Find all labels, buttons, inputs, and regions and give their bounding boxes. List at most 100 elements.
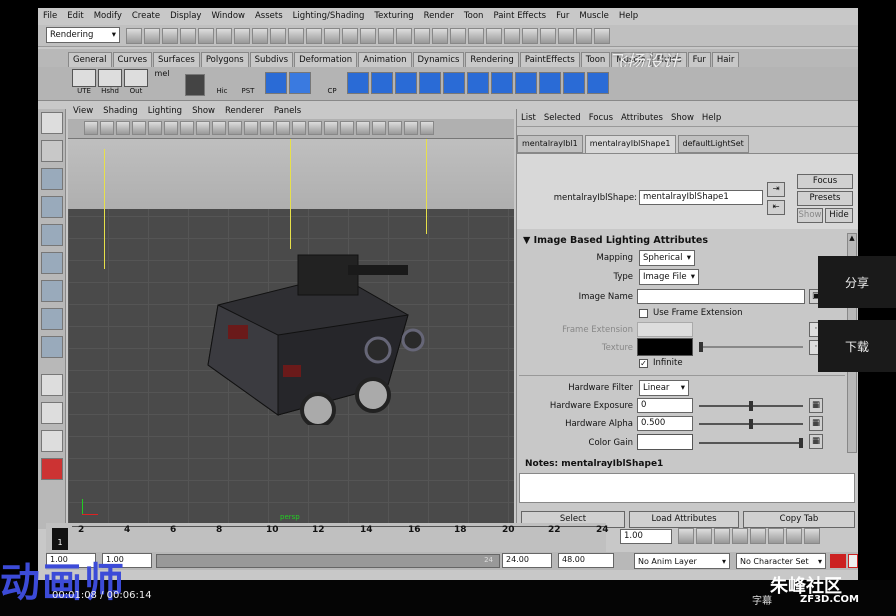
snapshot-icon[interactable] <box>558 28 574 44</box>
shader-icon-1[interactable] <box>347 72 369 94</box>
shelf-tab-animation[interactable]: Animation <box>358 52 412 67</box>
shelf-btn-cp[interactable]: CP <box>320 69 344 95</box>
light-tool-icon[interactable] <box>522 28 538 44</box>
isolate-select-icon[interactable] <box>356 121 370 135</box>
camera-tool-icon[interactable] <box>540 28 556 44</box>
soft-mod-icon[interactable] <box>41 308 63 330</box>
shelf-tab-rendering[interactable]: Rendering <box>465 52 519 67</box>
menu-texturing[interactable]: Texturing <box>369 11 418 21</box>
input-line-icon[interactable] <box>378 28 394 44</box>
menu-render[interactable]: Render <box>419 11 459 21</box>
shelf-tab-general[interactable]: General <box>68 52 112 67</box>
hw-exposure-knob[interactable] <box>749 401 753 411</box>
tab-mentalrayibl1[interactable]: mentalrayIbl1 <box>517 135 583 153</box>
hw-exposure-slider[interactable] <box>699 401 803 411</box>
tab-defaultlightset[interactable]: defaultLightSet <box>677 135 749 153</box>
render-settings-icon[interactable] <box>360 28 376 44</box>
attribute-editor-icon[interactable] <box>432 28 448 44</box>
ae-menu-selected[interactable]: Selected <box>540 113 585 123</box>
render-node-icon[interactable] <box>265 72 287 94</box>
texture-slider[interactable] <box>699 342 803 352</box>
copy-tab-button[interactable]: Copy Tab <box>743 511 855 528</box>
frame-selected-icon[interactable] <box>388 121 402 135</box>
snap-plane-icon[interactable] <box>288 28 304 44</box>
open-scene-icon[interactable] <box>144 28 160 44</box>
color-gain-slider[interactable] <box>699 438 803 448</box>
texture-icon[interactable] <box>308 121 322 135</box>
step-back-frame-icon[interactable] <box>714 528 730 544</box>
tank-model[interactable] <box>188 235 428 425</box>
save-scene-icon[interactable] <box>162 28 178 44</box>
shelf-tab-surfaces[interactable]: Surfaces <box>153 52 200 67</box>
shelf-btn-hshd[interactable]: Hshd <box>98 69 122 95</box>
snap-curve-icon[interactable] <box>252 28 268 44</box>
output-connection-icon[interactable]: ⇤ <box>767 200 785 215</box>
hw-alpha-knob[interactable] <box>749 419 753 429</box>
menu-help[interactable]: Help <box>614 11 643 21</box>
ibl-section-header[interactable]: ▼ Image Based Lighting Attributes <box>523 235 708 246</box>
vp-menu-show[interactable]: Show <box>187 106 220 116</box>
step-forward-key-icon[interactable] <box>786 528 802 544</box>
vp-menu-shading[interactable]: Shading <box>98 106 143 116</box>
poly-tool-icon[interactable] <box>486 28 502 44</box>
field-chart-icon[interactable] <box>212 121 226 135</box>
new-scene-icon[interactable] <box>126 28 142 44</box>
magnet-icon[interactable] <box>594 28 610 44</box>
history-icon[interactable] <box>306 28 322 44</box>
current-time-field[interactable]: 1.00 <box>620 529 672 544</box>
image-name-field[interactable] <box>637 289 805 304</box>
scroll-up-icon[interactable]: ▲ <box>848 234 856 242</box>
character-set-dropdown[interactable]: No Character Set ▾ <box>736 553 826 569</box>
shelf-tab-toon[interactable]: Toon <box>580 52 611 67</box>
film-gate-icon[interactable] <box>164 121 178 135</box>
shader-icon-11[interactable] <box>587 72 609 94</box>
gate-mask-icon[interactable] <box>196 121 210 135</box>
hw-alpha-field[interactable]: 0.500 <box>637 416 693 431</box>
input-connection-icon[interactable]: ⇥ <box>767 182 785 197</box>
curve-lock-icon[interactable] <box>576 28 592 44</box>
snap-point-icon[interactable] <box>270 28 286 44</box>
shelf-tab-fur[interactable]: Fur <box>687 52 711 67</box>
ae-menu-list[interactable]: List <box>517 113 540 123</box>
layout-single-icon[interactable] <box>41 374 63 396</box>
shelf-tab-curves[interactable]: Curves <box>112 52 153 67</box>
bookmark-icon[interactable] <box>116 121 130 135</box>
shelf-tab-subdivs[interactable]: Subdivs <box>249 52 294 67</box>
camera-select-icon[interactable] <box>84 121 98 135</box>
share-button[interactable]: 分享 <box>818 256 896 308</box>
safe-action-icon[interactable] <box>228 121 242 135</box>
resolution-gate-icon[interactable] <box>180 121 194 135</box>
surface-tool-icon[interactable] <box>468 28 484 44</box>
range-end2-field[interactable]: 48.00 <box>558 553 614 568</box>
move-tool-icon[interactable] <box>41 196 63 218</box>
ae-menu-attributes[interactable]: Attributes <box>617 113 667 123</box>
layout-four-icon[interactable] <box>41 402 63 424</box>
texture-slider-knob[interactable] <box>699 342 703 352</box>
universal-manip-icon[interactable] <box>41 280 63 302</box>
select-tool-icon[interactable] <box>41 112 63 134</box>
shadows-icon[interactable] <box>340 121 354 135</box>
curve-tool-icon[interactable] <box>450 28 466 44</box>
shader-icon-6[interactable] <box>467 72 489 94</box>
shader-icon-5[interactable] <box>443 72 465 94</box>
presets-button[interactable]: Presets <box>797 191 853 206</box>
focus-button[interactable]: Focus <box>797 174 853 189</box>
shader-icon-2[interactable] <box>371 72 393 94</box>
shelf-tab-deformation[interactable]: Deformation <box>294 52 358 67</box>
shelf-btn-pst[interactable]: PST <box>236 69 260 95</box>
wireframe-on-shaded-icon[interactable] <box>276 121 290 135</box>
type-dropdown[interactable]: Image File ▾ <box>639 269 699 285</box>
vp-menu-panels[interactable]: Panels <box>269 106 306 116</box>
menu-toon[interactable]: Toon <box>459 11 489 21</box>
ae-menu-focus[interactable]: Focus <box>585 113 617 123</box>
range-end-field[interactable]: 24.00 <box>502 553 552 568</box>
range-bar[interactable]: 24 <box>156 554 500 568</box>
menu-fur[interactable]: Fur <box>551 11 574 21</box>
snap-grid-icon[interactable] <box>234 28 250 44</box>
shader-icon-4[interactable] <box>419 72 441 94</box>
hw-exposure-map-icon[interactable]: ▦ <box>809 398 823 413</box>
hw-alpha-map-icon[interactable]: ▦ <box>809 416 823 431</box>
tab-mentalrayiblshape1[interactable]: mentalrayIblShape1 <box>584 135 676 153</box>
go-to-start-icon[interactable] <box>678 528 694 544</box>
show-manip-icon[interactable] <box>41 336 63 358</box>
